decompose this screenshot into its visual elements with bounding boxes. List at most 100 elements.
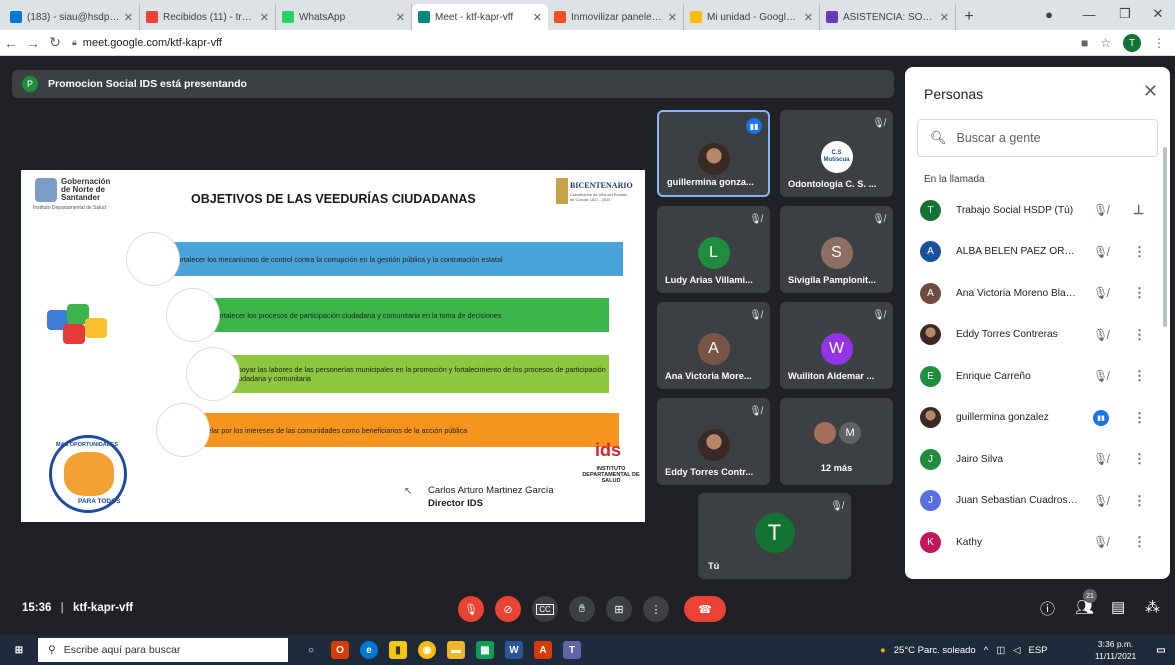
person-name: Ana Victoria Moreno Blan... [956,287,1078,299]
chrome-icon[interactable]: ◉ [418,641,436,659]
profile-avatar[interactable]: T [1123,34,1141,52]
mic-muted-icon[interactable]: 🎙︎̸ [1093,452,1108,466]
reload-icon[interactable]: ↻ [44,34,66,51]
bookmark-star-icon[interactable]: ☆ [1100,36,1111,50]
person-row[interactable]: A ALBA BELEN PAEZ ORTE... 🎙︎̸ ⋮ [920,237,1155,267]
person-row[interactable]: A Ana Victoria Moreno Blan... 🎙︎̸ ⋮ [920,278,1155,308]
participant-tile[interactable]: W 🎙︎̸ Wuiliton Aldemar ... [780,302,893,389]
more-vert-icon[interactable]: ⋮ [1133,327,1146,343]
bicentenario-emblem-icon [556,178,568,204]
maximize-icon[interactable]: ❐ [1108,0,1142,28]
person-row[interactable]: J Juan Sebastian Cuadros ... 🎙︎̸ ⋮ [920,486,1155,516]
participant-tile[interactable]: T 🎙︎̸ Tú [698,493,851,579]
acrobat-icon[interactable]: A [534,641,552,659]
more-vert-icon[interactable]: ⋮ [1133,451,1146,467]
participant-tile[interactable]: M 12 más [780,398,893,485]
person-row[interactable]: T Trabajo Social HSDP (Tú) 🎙︎̸ ⊥ [920,195,1155,225]
windows-start-icon[interactable]: ⊞ [10,641,28,659]
browser-tab[interactable]: ASISTENCIA: SOCIALIZAC ✕ [820,4,956,30]
participant-tile[interactable]: 🎙︎̸ Eddy Torres Contr... [657,398,770,485]
leave-call-button[interactable]: ☎︎ [684,596,726,622]
close-window-icon[interactable]: ✕ [1141,0,1175,28]
participant-tile[interactable]: A 🎙︎̸ Ana Victoria More... [657,302,770,389]
browser-tab[interactable]: Recibidos (11) - trabajos ✕ [140,4,276,30]
participant-tile[interactable]: L 🎙︎̸ Ludy Arias Villami... [657,206,770,293]
back-icon[interactable]: ← [0,35,22,51]
person-row[interactable]: K Kathy 🎙︎̸ ⋮ [920,527,1155,557]
present-button[interactable]: ⊞ [606,596,632,622]
more-vert-icon[interactable]: ⋮ [1133,285,1146,301]
mic-muted-icon: 🎙︎̸ [830,501,843,512]
new-tab-button[interactable]: + [956,4,982,30]
office-icon[interactable]: O [331,641,349,659]
more-vert-icon[interactable]: ⋮ [1133,244,1146,260]
taskbar-clock[interactable]: 3:36 p.m. 11/11/2021 [1095,638,1136,662]
network-icon[interactable]: ◫ [996,645,1005,656]
weather-text[interactable]: 25°C Parc. soleado [894,645,976,656]
tab-close-icon[interactable]: ✕ [533,11,542,24]
browser-tab[interactable]: (183) - siau@hsdp.gov.co ✕ [4,4,140,30]
info-icon[interactable]: ⓘ [1040,598,1055,619]
puzzle-people-icon [43,300,113,355]
mic-muted-icon[interactable]: 🎙︎̸ [1093,494,1108,508]
participant-tile[interactable]: C.S Mutiscua 🎙︎̸ Odontología C. S. ... [780,110,893,197]
mic-muted-icon[interactable]: 🎙︎̸ [1093,535,1108,549]
browser-menu-icon[interactable]: ⋮ [1153,36,1165,50]
url-field[interactable]: 🔒︎ meet.google.com/ktf-kapr-vff [72,37,222,49]
mic-muted-icon[interactable]: 🎙︎̸ [1093,328,1108,342]
person-row[interactable]: Eddy Torres Contreras 🎙︎̸ ⋮ [920,320,1155,350]
browser-tab[interactable]: Mi unidad - Google Drive ✕ [684,4,820,30]
more-vert-icon[interactable]: ⋮ [1133,534,1146,550]
participant-tile[interactable]: ▮▮ guillermina gonza... [657,110,770,197]
word-icon[interactable]: W [505,641,523,659]
person-row[interactable]: E Enrique Carreño 🎙︎̸ ⋮ [920,361,1155,391]
powerbi-icon[interactable]: ▮ [389,641,407,659]
close-panel-icon[interactable]: ✕ [1143,81,1158,102]
teams-icon[interactable]: T [563,641,581,659]
chat-icon[interactable]: ▤ [1111,598,1125,616]
tab-close-icon[interactable]: ✕ [940,11,949,24]
taskbar-search-input[interactable]: ⚲ Escribe aquí para buscar [38,638,288,662]
tab-close-icon[interactable]: ✕ [668,11,677,24]
browser-tab[interactable]: WhatsApp ✕ [276,4,412,30]
more-vert-icon[interactable]: ⋮ [1133,368,1146,384]
tab-close-icon[interactable]: ✕ [804,11,813,24]
tab-search-icon[interactable]: ● [1032,0,1066,28]
activities-icon[interactable]: ⁂ [1145,598,1160,616]
camera-indicator-icon[interactable]: ■ [1081,36,1088,50]
app-icon[interactable]: ▦ [476,641,494,659]
file-explorer-icon[interactable]: ▬ [447,641,465,659]
tab-close-icon[interactable]: ✕ [124,11,133,24]
volume-icon[interactable]: ◁ [1013,645,1020,656]
raise-hand-button[interactable]: ✋︎ [569,596,595,622]
mic-off-button[interactable]: 🎙︎ [458,596,484,622]
people-search-input[interactable]: 🔍︎ Buscar a gente [917,119,1158,157]
camera-off-button[interactable]: ⊘ [495,596,521,622]
participant-name: 12 más [820,463,853,473]
captions-button[interactable]: CC [532,596,558,622]
person-row[interactable]: guillermina gonzalez ▮▮ ⋮ [920,403,1155,433]
panel-scrollbar[interactable] [1163,147,1167,327]
more-vert-icon[interactable]: ⋮ [1133,410,1146,426]
tab-close-icon[interactable]: ✕ [396,11,405,24]
mic-muted-icon[interactable]: 🎙︎̸ [1093,245,1108,259]
edge-icon[interactable]: e [360,641,378,659]
person-row[interactable]: J Jairo Silva 🎙︎̸ ⋮ [920,444,1155,474]
tray-chevron-icon[interactable]: ^ [984,645,988,656]
more-vert-icon[interactable]: ⋮ [1133,493,1146,509]
tab-close-icon[interactable]: ✕ [260,11,269,24]
mic-muted-icon[interactable]: 🎙︎̸ [1093,369,1108,383]
browser-tab[interactable]: Inmovilizar paneles para ✕ [548,4,684,30]
notifications-icon[interactable]: ▭ [1152,641,1170,659]
more-options-button[interactable]: ⋮ [643,596,669,622]
forward-icon[interactable]: → [22,35,44,51]
participant-tile[interactable]: S 🎙︎̸ Sivigila Pamplonit... [780,206,893,293]
cortana-icon[interactable]: ○ [302,641,320,659]
minimize-icon[interactable]: — [1072,0,1106,28]
mic-muted-icon[interactable]: 🎙︎̸ [1093,203,1108,217]
browser-tab[interactable]: Meet - ktf-kapr-vff ✕ [412,4,548,30]
pin-icon[interactable]: ⊥ [1133,202,1144,218]
people-panel: Personas ✕ 🔍︎ Buscar a gente En la llama… [905,67,1170,579]
language-indicator[interactable]: ESP [1028,645,1047,656]
mic-muted-icon[interactable]: 🎙︎̸ [1093,286,1108,300]
